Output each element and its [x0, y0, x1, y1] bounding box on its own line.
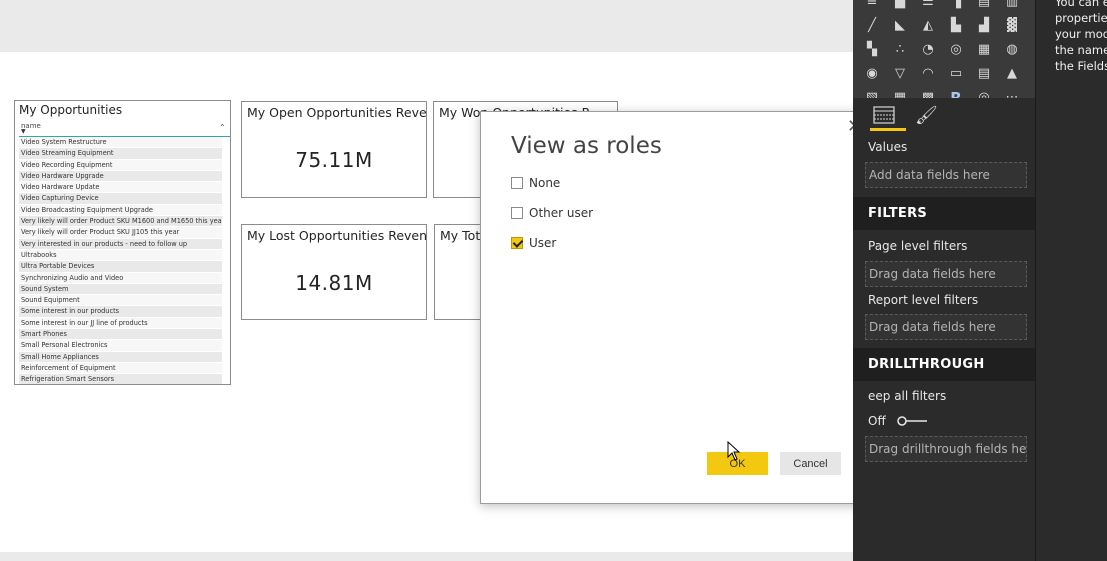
slicer-list-item[interactable]: Video Capturing Device	[19, 193, 222, 205]
slicer-list-item[interactable]: Refrigeration Smart Sensors	[19, 374, 222, 384]
page-filters-well[interactable]: Drag data fields here	[865, 261, 1027, 287]
page-filters-label: Page level filters	[868, 239, 968, 253]
keep-filters-label: eep all filters	[868, 389, 947, 403]
help-text-line: your mod	[1055, 27, 1107, 41]
fields-tab-icon[interactable]	[873, 106, 895, 124]
map-icon[interactable]: ◍	[1004, 42, 1020, 58]
role-option-none[interactable]: None	[511, 175, 560, 191]
100-stacked-bar-icon[interactable]: ▤	[976, 0, 992, 10]
role-option-user[interactable]: User	[511, 235, 556, 251]
visualizations-pane: ≡▇☰▐▤▥╱◣◭▙▟▓▚∴◔◎▦◍◉▽◠▭▤▲▧▦▩R◎⋯ 🖌 Values …	[853, 0, 1035, 561]
clustered-bar-icon[interactable]: ☰	[920, 0, 936, 10]
mouse-cursor-icon	[727, 441, 741, 461]
help-text-line: the name	[1055, 43, 1107, 57]
format-paint-roller-icon[interactable]: 🖌	[915, 105, 938, 126]
view-as-roles-dialog: ✕ View as roles None Other user User OK …	[480, 111, 871, 504]
opportunities-slicer[interactable]: My Opportunities name ▼ ⌃ Video System R…	[14, 100, 231, 385]
slicer-list-item[interactable]: Synchronizing Audio and Video	[19, 272, 222, 284]
filters-title: FILTERS	[868, 206, 928, 221]
drillthrough-well[interactable]: Drag drillthrough fields here	[865, 436, 1027, 462]
cancel-button[interactable]: Cancel	[780, 452, 841, 475]
fields-wells: Values Add data fields here FILTERS Page…	[853, 133, 1035, 561]
100-stacked-column-icon[interactable]: ▥	[1004, 0, 1020, 10]
kpi-icon[interactable]: ▲	[1004, 66, 1020, 82]
drillthrough-title: DRILLTHROUGH	[868, 357, 985, 372]
clustered-column-icon[interactable]: ▐	[948, 0, 964, 10]
area-chart-icon[interactable]: ◣	[892, 18, 908, 34]
active-tab-indicator	[870, 128, 906, 131]
slicer-list: Video System Restructure Video Streaming …	[19, 137, 222, 384]
option-label: None	[529, 176, 561, 190]
fields-help-text: You can e properties your mod the name the F…	[1055, 0, 1107, 74]
visual-gallery: ≡▇☰▐▤▥╱◣◭▙▟▓▚∴◔◎▦◍◉▽◠▭▤▲▧▦▩R◎⋯	[853, 0, 1035, 106]
slicer-list-item[interactable]: Smart Phones	[19, 329, 222, 341]
slicer-list-item[interactable]: Some interest in our JJ line of products	[19, 317, 222, 330]
role-option-other-user[interactable]: Other user	[511, 205, 593, 221]
slicer-list-item[interactable]: Ultrabooks	[19, 249, 222, 262]
filled-map-icon[interactable]: ◉	[864, 66, 880, 82]
slicer-list-item[interactable]: Small Personal Electronics	[19, 340, 222, 352]
slicer-title: My Opportunities	[19, 103, 123, 117]
stacked-column-icon[interactable]: ▇	[892, 0, 908, 10]
card-value: 75.11M	[295, 148, 373, 172]
stacked-bar-icon[interactable]: ≡	[864, 0, 880, 10]
scroll-up-icon[interactable]: ⌃	[219, 123, 226, 132]
option-label: Other user	[529, 206, 594, 220]
help-text-line: properties	[1055, 11, 1107, 25]
waterfall-icon[interactable]: ▚	[864, 42, 880, 58]
help-text-line: the Fields	[1055, 59, 1107, 73]
slicer-list-item[interactable]: Video Hardware Update	[19, 182, 222, 194]
option-label: User	[529, 236, 557, 250]
multi-row-card-icon[interactable]: ▤	[976, 66, 992, 82]
slicer-list-item[interactable]: Some interest in our products	[19, 306, 222, 318]
funnel-icon[interactable]: ▽	[892, 66, 908, 82]
dialog-title: View as roles	[511, 133, 662, 159]
values-well[interactable]: Add data fields here	[865, 162, 1027, 188]
slicer-list-item[interactable]: Ultra Portable Devices	[19, 261, 222, 273]
keep-filters-toggle[interactable]	[897, 416, 927, 426]
line-stacked-column-icon[interactable]: ▟	[976, 18, 992, 34]
slicer-list-item[interactable]: Very likely will order Product SKU M1600…	[19, 216, 222, 228]
checkbox-none[interactable]	[511, 177, 523, 189]
checkbox-other-user[interactable]	[511, 207, 523, 219]
stacked-area-icon[interactable]: ◭	[920, 18, 936, 34]
slicer-list-item[interactable]: Video Broadcasting Equipment Upgrade	[19, 204, 222, 217]
treemap-icon[interactable]: ▦	[976, 42, 992, 58]
fields-pane: You can e properties your mod the name the F…	[1035, 0, 1107, 561]
report-filters-well[interactable]: Drag data fields here	[865, 314, 1027, 340]
slicer-list-item[interactable]: Sound Equipment	[19, 295, 222, 307]
card-title: My Lost Opportunities Revenue	[247, 228, 427, 243]
scatter-icon[interactable]: ∴	[892, 42, 908, 58]
values-label: Values	[868, 140, 908, 154]
checkbox-user[interactable]	[511, 237, 523, 249]
slicer-list-item[interactable]: Very likely will order Product SKU JJ105…	[19, 227, 222, 239]
slicer-list-item[interactable]: Very interested in our products - need t…	[19, 238, 222, 250]
slicer-list-item[interactable]: Video System Restructure	[19, 137, 222, 149]
report-filters-label: Report level filters	[868, 293, 979, 307]
donut-icon[interactable]: ◎	[948, 42, 964, 58]
slicer-list-item[interactable]: Video Hardware Upgrade	[19, 170, 222, 183]
toggle-state-label: Off	[868, 414, 886, 428]
pie-icon[interactable]: ◔	[920, 42, 936, 58]
filters-section-header[interactable]: FILTERS	[853, 197, 1035, 230]
open-revenue-card[interactable]: My Open Opportunities Reven... 75.11M	[241, 101, 427, 198]
help-text-line: You can e	[1055, 0, 1107, 9]
canvas-footer	[0, 552, 853, 561]
slicer-list-item[interactable]: Video Streaming Equipment	[19, 148, 222, 160]
line-chart-icon[interactable]: ╱	[864, 18, 880, 34]
gauge-icon[interactable]: ◠	[920, 66, 936, 82]
slicer-list-item[interactable]: Sound System	[19, 283, 222, 296]
card-value: 14.81M	[295, 271, 373, 295]
slicer-list-item[interactable]: Video Recording Equipment	[19, 159, 222, 171]
drillthrough-section-header[interactable]: DRILLTHROUGH	[853, 348, 1035, 381]
lost-revenue-card[interactable]: My Lost Opportunities Revenue 14.81M	[241, 224, 427, 320]
card-title: My Open Opportunities Reven...	[247, 105, 427, 120]
pane-tabs: 🖌	[853, 98, 1035, 133]
card-icon[interactable]: ▭	[948, 66, 964, 82]
sort-caret-icon[interactable]: ▼	[21, 129, 26, 135]
line-column-icon[interactable]: ▙	[948, 18, 964, 34]
ribbon-chart-icon[interactable]: ▓	[1004, 18, 1020, 34]
slicer-list-item[interactable]: Small Home Appliances	[19, 351, 222, 363]
slicer-list-item[interactable]: Reinforcement of Equipment	[19, 362, 222, 375]
